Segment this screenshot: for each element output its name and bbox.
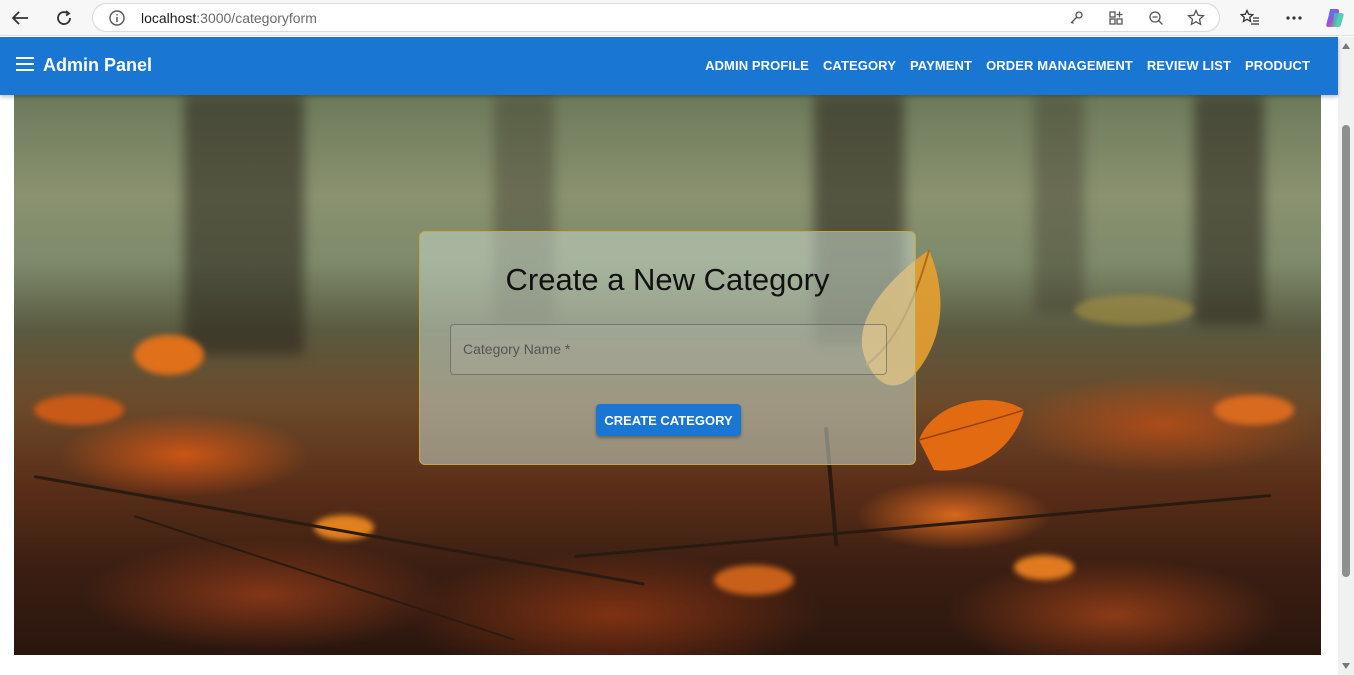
- reload-icon[interactable]: [52, 6, 76, 30]
- nav-admin-profile[interactable]: ADMIN PROFILE: [705, 58, 809, 73]
- category-name-label: Category Name *: [463, 341, 571, 357]
- nav-order-management[interactable]: ORDER MANAGEMENT: [986, 58, 1133, 73]
- key-icon[interactable]: [1065, 8, 1087, 28]
- site-info-icon[interactable]: [109, 10, 125, 26]
- app-header: Admin Panel ADMIN PROFILE CATEGORY PAYME…: [0, 37, 1338, 95]
- favorite-star-icon[interactable]: [1185, 8, 1207, 28]
- category-name-field[interactable]: Category Name *: [450, 324, 887, 375]
- app-title: Admin Panel: [43, 55, 153, 75]
- scroll-down-arrow-icon[interactable]: [1342, 663, 1350, 669]
- create-category-button[interactable]: CREATE CATEGORY: [596, 404, 741, 436]
- zoom-icon[interactable]: [1145, 8, 1167, 28]
- scrollbar-thumb[interactable]: [1342, 125, 1350, 577]
- url-host: localhost: [141, 10, 197, 26]
- hamburger-menu-icon[interactable]: [16, 57, 34, 73]
- url-path: :3000/categoryform: [196, 10, 317, 26]
- nav-links: ADMIN PROFILE CATEGORY PAYMENT ORDER MAN…: [705, 58, 1310, 73]
- url-text[interactable]: localhost:3000/categoryform: [141, 10, 317, 26]
- apps-icon[interactable]: [1105, 8, 1127, 28]
- nav-product[interactable]: PRODUCT: [1245, 58, 1310, 73]
- nav-category[interactable]: CATEGORY: [823, 58, 896, 73]
- favorites-icon[interactable]: [1238, 6, 1262, 30]
- back-icon[interactable]: [8, 6, 32, 30]
- create-category-form: Create a New Category Category Name * CR…: [419, 231, 916, 465]
- browser-toolbar: localhost:3000/categoryform: [0, 0, 1354, 36]
- copilot-icon[interactable]: [1323, 6, 1347, 30]
- scroll-up-arrow-icon[interactable]: [1342, 43, 1350, 49]
- more-options-icon[interactable]: [1282, 6, 1306, 30]
- nav-review-list[interactable]: REVIEW LIST: [1147, 58, 1231, 73]
- address-bar[interactable]: localhost:3000/categoryform: [92, 3, 1220, 32]
- orange-leaf-icon: [918, 400, 1025, 471]
- nav-payment[interactable]: PAYMENT: [910, 58, 972, 73]
- page-scrollbar[interactable]: [1338, 37, 1354, 675]
- form-title: Create a New Category: [505, 262, 830, 297]
